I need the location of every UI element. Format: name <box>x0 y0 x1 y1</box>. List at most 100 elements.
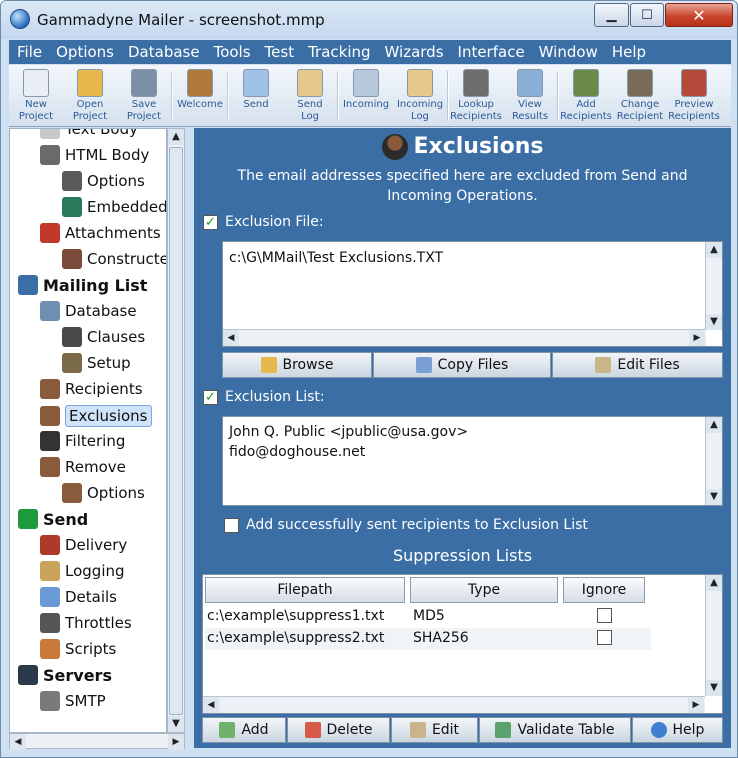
table-row[interactable]: c:\example\suppress2.txt SHA256 <box>205 628 651 650</box>
edit-files-button[interactable]: Edit Files <box>552 352 723 378</box>
tree-scroll-thumb[interactable] <box>169 147 183 715</box>
row-filepath: c:\example\suppress2.txt <box>207 630 385 646</box>
tree-vertical-scrollbar[interactable]: ▲ ▼ <box>167 128 185 733</box>
file-box-right-arrow-icon[interactable]: ▶ <box>689 330 705 346</box>
exclusion-file-textbox[interactable]: c:\G\MMail\Test Exclusions.TXT ▲ ▼ ◀ ▶ <box>222 241 723 347</box>
add-sent-checkbox[interactable] <box>224 517 239 533</box>
tree-item-smtp[interactable]: SMTP <box>40 691 106 711</box>
tree-item-constructed[interactable]: Constructed <box>62 249 166 269</box>
tree-item-remove[interactable]: Remove <box>40 457 126 477</box>
tree-horizontal-scrollbar[interactable]: ◀ ▶ <box>9 733 185 750</box>
file-box-vscroll[interactable]: ▲ ▼ <box>705 242 722 330</box>
maximize-button[interactable]: ☐ <box>630 3 664 27</box>
menu-database[interactable]: Database <box>128 43 200 61</box>
tree-item-embedded[interactable]: Embedded <box>62 197 166 217</box>
toolbar-button-open-project[interactable]: Open Project <box>63 65 117 127</box>
exclusion-list-textarea[interactable]: John Q. Public <jpublic@usa.gov> fido@do… <box>222 416 723 506</box>
tree-item-recipients[interactable]: Recipients <box>40 379 143 399</box>
menu-window[interactable]: Window <box>539 43 598 61</box>
tree-item-exclusions[interactable]: Exclusions <box>40 405 152 427</box>
scroll-right-arrow-icon[interactable]: ▶ <box>168 734 184 750</box>
tree-item-logging[interactable]: Logging <box>40 561 125 581</box>
close-button[interactable]: ✕ <box>665 3 733 27</box>
tree-item-attachments[interactable]: Attachments <box>40 223 161 243</box>
tree-item-setup[interactable]: Setup <box>62 353 131 373</box>
scroll-up-arrow-icon[interactable]: ▲ <box>168 129 184 145</box>
ignore-checkbox[interactable] <box>597 630 612 645</box>
tree-item-clauses[interactable]: Clauses <box>62 327 145 347</box>
table-vscroll[interactable]: ▲ ▼ <box>705 575 722 696</box>
tree-item-filtering[interactable]: Filtering <box>40 431 125 451</box>
scroll-left-arrow-icon[interactable]: ◀ <box>10 734 26 750</box>
menu-file[interactable]: File <box>17 43 42 61</box>
column-header-ignore[interactable]: Ignore <box>563 577 645 603</box>
help-button[interactable]: Help <box>632 717 723 743</box>
toolbar-button-save-project[interactable]: Save Project <box>117 65 171 127</box>
column-header-filepath[interactable]: Filepath <box>205 577 405 603</box>
toolbar-button-view-results[interactable]: View Results <box>503 65 557 127</box>
exclusion-list-checkbox-row[interactable]: ✓ Exclusion List: <box>203 389 325 405</box>
exclusion-file-checkbox-row[interactable]: ✓ Exclusion File: <box>203 214 324 230</box>
table-hscroll[interactable]: ◀ ▶ <box>203 696 705 713</box>
table-row[interactable]: c:\example\suppress1.txt MD5 <box>205 606 651 628</box>
table-right-arrow-icon[interactable]: ▶ <box>688 697 704 713</box>
tree-item-html-body[interactable]: HTML Body <box>40 145 149 165</box>
menu-test[interactable]: Test <box>265 43 295 61</box>
list-box-vscroll[interactable]: ▲ ▼ <box>705 417 722 505</box>
tree-item-database[interactable]: Database <box>40 301 137 321</box>
menu-tracking[interactable]: Tracking <box>308 43 370 61</box>
tree-item-delivery[interactable]: Delivery <box>40 535 127 555</box>
toolbar-button-lookup-recipients[interactable]: Lookup Recipients <box>449 65 503 127</box>
tree-item-label: Attachments <box>65 224 161 242</box>
ignore-checkbox[interactable] <box>597 608 612 623</box>
table-down-arrow-icon[interactable]: ▼ <box>706 680 722 696</box>
tree-item-text-body[interactable]: Text Body <box>40 129 138 139</box>
file-box-left-arrow-icon[interactable]: ◀ <box>223 330 239 346</box>
setup-icon <box>62 353 82 373</box>
column-header-type[interactable]: Type <box>410 577 558 603</box>
toolbar-button-preview-recipients[interactable]: Preview Recipients <box>667 65 721 127</box>
exclusion-file-checkbox[interactable]: ✓ <box>203 214 218 230</box>
toolbar-button-welcome[interactable]: Welcome <box>173 65 227 127</box>
browse-button[interactable]: Browse <box>222 352 372 378</box>
edit-button[interactable]: Edit <box>391 717 478 743</box>
file-box-hscroll[interactable]: ◀ ▶ <box>223 329 706 346</box>
copy-files-button[interactable]: Copy Files <box>373 352 551 378</box>
delete-button[interactable]: Delete <box>287 717 390 743</box>
toolbar-button-send-log[interactable]: Send Log <box>283 65 337 127</box>
toolbar-button-incoming-log[interactable]: Incoming Log <box>393 65 447 127</box>
tree-item-details[interactable]: Details <box>40 587 117 607</box>
list-box-up-arrow-icon[interactable]: ▲ <box>706 417 722 433</box>
tree-item-scripts[interactable]: Scripts <box>40 639 116 659</box>
list-box-down-arrow-icon[interactable]: ▼ <box>706 489 722 505</box>
toolbar-button-add-recipients[interactable]: Add Recipients <box>559 65 613 127</box>
scroll-down-arrow-icon[interactable]: ▼ <box>168 716 184 732</box>
exclusion-list-checkbox[interactable]: ✓ <box>203 389 218 405</box>
row-filepath: c:\example\suppress1.txt <box>207 608 385 624</box>
menu-options[interactable]: Options <box>56 43 114 61</box>
add-sent-checkbox-row[interactable]: Add successfully sent recipients to Excl… <box>224 517 588 533</box>
file-box-up-arrow-icon[interactable]: ▲ <box>706 242 722 258</box>
tree-item-send-section[interactable]: Send <box>18 509 88 529</box>
table-up-arrow-icon[interactable]: ▲ <box>706 575 722 591</box>
table-left-arrow-icon[interactable]: ◀ <box>203 697 219 713</box>
lookup-recipients-icon <box>463 69 489 97</box>
tree-item-throttles[interactable]: Throttles <box>40 613 132 633</box>
toolbar-button-new-project[interactable]: New Project <box>9 65 63 127</box>
validate-table-button[interactable]: Validate Table <box>479 717 631 743</box>
toolbar-button-send[interactable]: Send <box>229 65 283 127</box>
tree-item-mailing-list[interactable]: Mailing List <box>18 275 147 295</box>
menu-help[interactable]: Help <box>612 43 646 61</box>
menu-wizards[interactable]: Wizards <box>385 43 444 61</box>
minimize-button[interactable]: ▁ <box>594 3 629 27</box>
add-button[interactable]: Add <box>202 717 286 743</box>
tree-item-servers[interactable]: Servers <box>18 665 112 685</box>
toolbar-button-incoming[interactable]: Incoming <box>339 65 393 127</box>
menu-tools[interactable]: Tools <box>214 43 251 61</box>
toolbar-button-change-recipient[interactable]: Change Recipient <box>613 65 667 127</box>
menu-interface[interactable]: Interface <box>458 43 525 61</box>
tree-item-options[interactable]: Options <box>62 171 145 191</box>
tree-item-remove-options[interactable]: Options <box>62 483 145 503</box>
app-window: Gammadyne Mailer - screenshot.mmp ▁ ☐ ✕ … <box>0 0 738 758</box>
file-box-down-arrow-icon[interactable]: ▼ <box>706 314 722 330</box>
